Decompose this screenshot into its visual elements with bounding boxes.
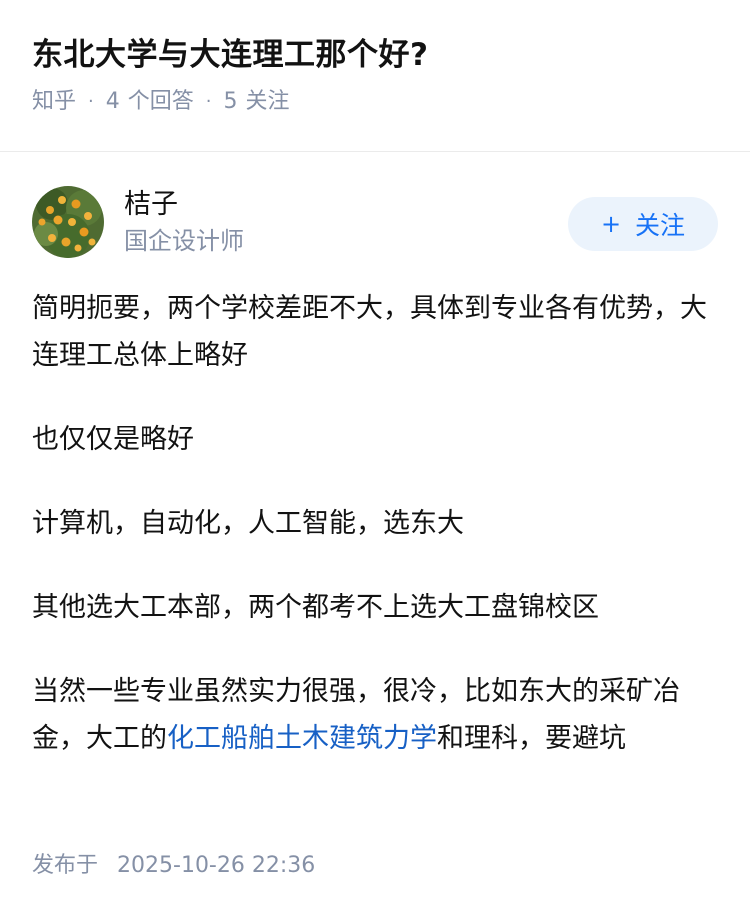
answer-page: 东北大学与大连理工那个好? 知乎 · 4 个回答 · 5 关注 桔子 国企设计师… bbox=[0, 0, 750, 918]
question-header: 东北大学与大连理工那个好? 知乎 · 4 个回答 · 5 关注 bbox=[0, 0, 750, 118]
answer-paragraph: 简明扼要，两个学校差距不大，具体到专业各有优势，大连理工总体上略好 bbox=[32, 293, 707, 371]
follow-button[interactable]: + 关注 bbox=[568, 197, 718, 251]
meta-separator: · bbox=[205, 91, 212, 112]
answer-paragraph: 计算机，自动化，人工智能，选东大 bbox=[32, 508, 464, 539]
question-meta: 知乎 · 4 个回答 · 5 关注 bbox=[32, 87, 718, 117]
meta-separator: · bbox=[88, 91, 94, 112]
topic-link[interactable]: 化工船舶土木建筑力学 bbox=[167, 723, 437, 754]
answer-card: 桔子 国企设计师 + 关注 简明扼要，两个学校差距不大，具体到专业各有优势，大连… bbox=[0, 185, 750, 762]
follow-button-label: 关注 bbox=[635, 211, 686, 240]
paragraph-text: 和理科，要避坑 bbox=[437, 723, 626, 754]
plus-icon: + bbox=[600, 210, 622, 238]
author-row: 桔子 国企设计师 + 关注 bbox=[32, 185, 718, 259]
question-title[interactable]: 东北大学与大连理工那个好? bbox=[32, 33, 718, 77]
header-divider bbox=[0, 151, 750, 152]
answer-paragraph-last: 当然一些专业虽然实力很强，很冷，比如东大的采矿冶金，大工的化工船舶土木建筑力学和… bbox=[32, 668, 718, 762]
publish-datetime: 2025-10-26 22:36 bbox=[117, 853, 316, 878]
author-info: 桔子 国企设计师 bbox=[124, 187, 568, 257]
author-name[interactable]: 桔子 bbox=[124, 187, 568, 223]
publish-label: 发布于 bbox=[32, 853, 99, 878]
answer-paragraph: 其他选大工本部，两个都考不上选大工盘锦校区 bbox=[32, 592, 599, 623]
orange-tree-avatar-icon[interactable] bbox=[32, 186, 104, 258]
author-headline: 国企设计师 bbox=[124, 227, 244, 255]
follows-label: 关注 bbox=[245, 89, 290, 114]
answers-label: 个回答 bbox=[127, 89, 194, 114]
source-label[interactable]: 知乎 bbox=[32, 87, 76, 117]
publish-info: 发布于 2025-10-26 22:36 bbox=[32, 849, 315, 883]
follows-count: 5 bbox=[223, 89, 238, 114]
answers-count: 4 bbox=[105, 89, 120, 114]
answer-paragraph: 也仅仅是略好 bbox=[32, 424, 194, 455]
answer-content: 简明扼要，两个学校差距不大，具体到专业各有优势，大连理工总体上略好 也仅仅是略好… bbox=[32, 285, 718, 762]
